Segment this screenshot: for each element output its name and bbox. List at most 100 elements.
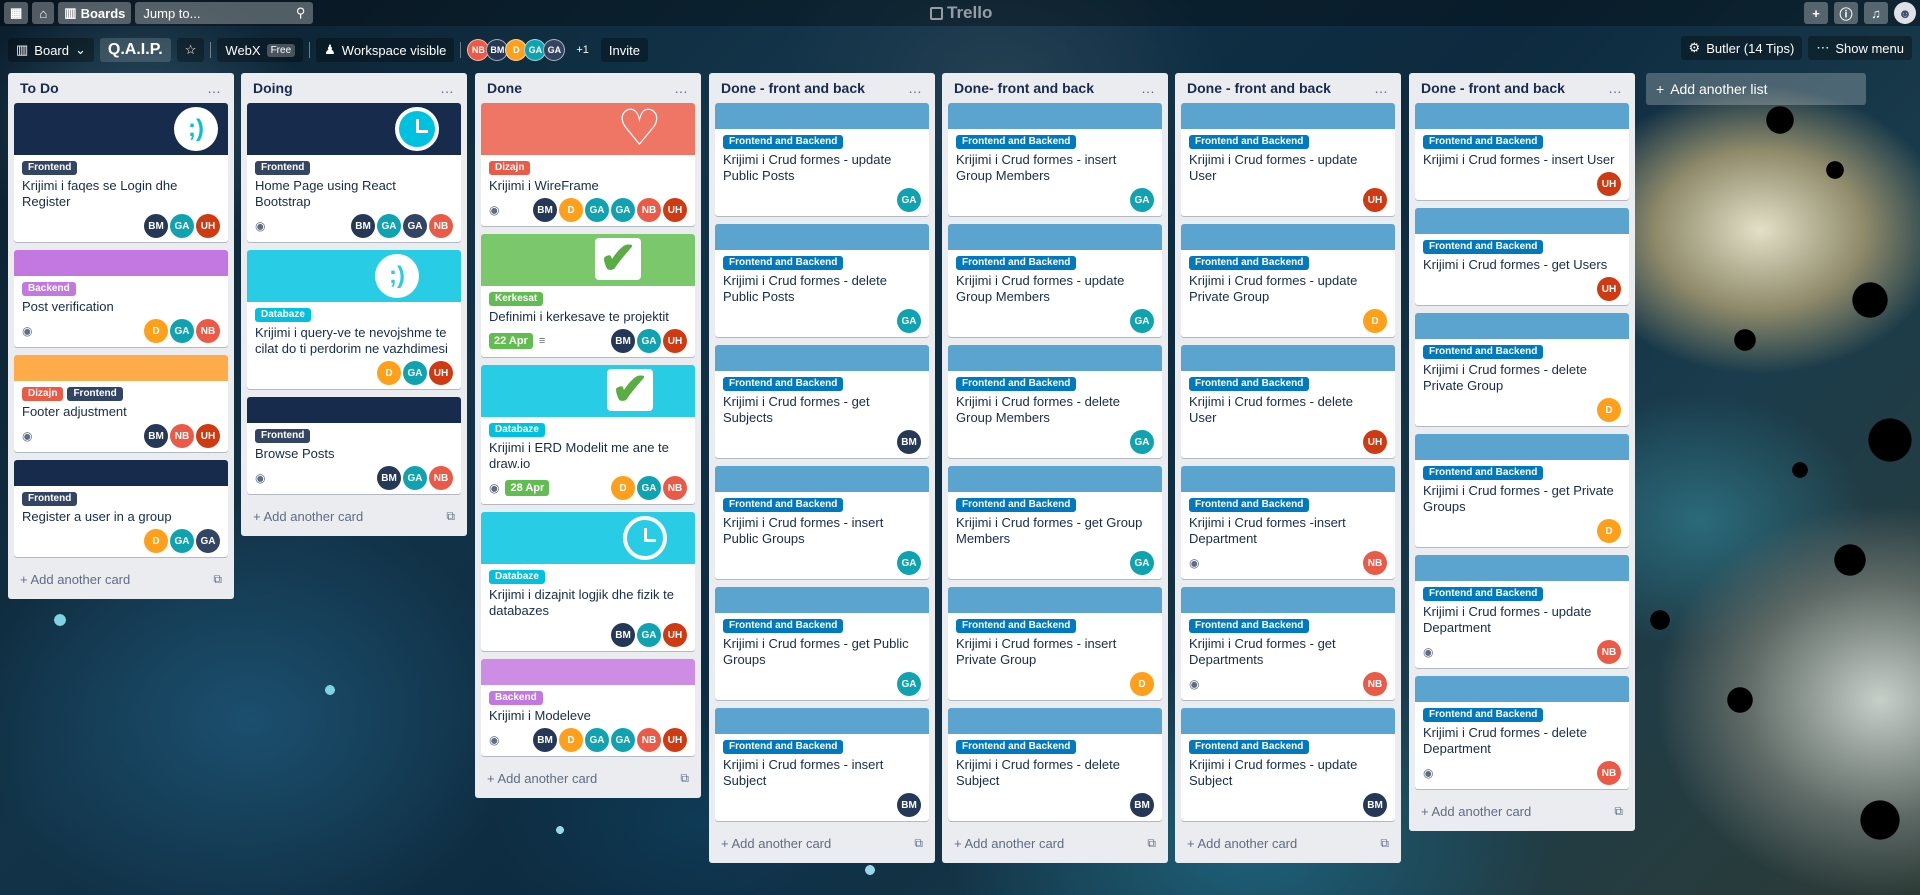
member-avatar[interactable]: D: [144, 529, 168, 553]
card-label[interactable]: Frontend and Backend: [1189, 740, 1310, 754]
member-avatar[interactable]: UH: [663, 329, 687, 353]
member-avatar[interactable]: BM: [144, 424, 168, 448]
card[interactable]: Frontend and Backend Krijimi i Crud forme…: [1181, 224, 1395, 337]
card-label[interactable]: Databaze: [489, 423, 545, 437]
add-card-button[interactable]: + Add another card ⧉: [481, 764, 695, 792]
list-title[interactable]: Done- front and back: [954, 80, 1094, 96]
card[interactable]: Databaze Krijimi i dizajnit logjik dhe fi…: [481, 512, 695, 651]
member-avatar[interactable]: GA: [897, 188, 921, 212]
card-label[interactable]: Frontend and Backend: [956, 740, 1077, 754]
member-avatar[interactable]: GA: [1130, 188, 1154, 212]
card-label[interactable]: Frontend and Backend: [956, 377, 1077, 391]
member-avatar[interactable]: BM: [1130, 793, 1154, 817]
list-title[interactable]: Done - front and back: [721, 80, 865, 96]
list-title[interactable]: Done - front and back: [1421, 80, 1565, 96]
trello-logo[interactable]: Trello: [930, 3, 992, 23]
card-label[interactable]: Frontend and Backend: [1423, 345, 1544, 359]
list-menu-icon[interactable]: …: [440, 80, 455, 96]
card[interactable]: ;) Databaze Krijimi i query-ve te nevojshm…: [247, 250, 461, 389]
list-menu-icon[interactable]: …: [1374, 80, 1389, 96]
notifications-button[interactable]: ♫: [1864, 2, 1888, 24]
member-avatar[interactable]: GA: [585, 728, 609, 752]
member-avatar[interactable]: D: [377, 361, 401, 385]
add-card-button[interactable]: + Add another card ⧉: [948, 829, 1162, 857]
card[interactable]: Frontend and Backend Krijimi i Crud forme…: [1415, 103, 1629, 200]
list-menu-icon[interactable]: …: [1141, 80, 1156, 96]
card[interactable]: Frontend and Backend Krijimi i Crud forme…: [1181, 103, 1395, 216]
member-avatar[interactable]: BM: [1363, 793, 1387, 817]
member-avatar[interactable]: UH: [1363, 430, 1387, 454]
card-label[interactable]: Databaze: [255, 308, 311, 322]
home-button[interactable]: ⌂: [32, 2, 55, 24]
card[interactable]: Frontend and Backend Krijimi i Crud forme…: [948, 587, 1162, 700]
list-title[interactable]: Done - front and back: [1187, 80, 1331, 96]
template-icon[interactable]: ⧉: [1380, 836, 1389, 851]
member-avatar[interactable]: NB: [637, 198, 661, 222]
card[interactable]: Frontend and Backend Krijimi i Crud forme…: [715, 708, 929, 821]
member-avatar[interactable]: NB: [1597, 640, 1621, 664]
add-card-button[interactable]: + Add another card ⧉: [715, 829, 929, 857]
star-board-button[interactable]: ☆: [176, 38, 205, 62]
list-menu-icon[interactable]: …: [908, 80, 923, 96]
account-avatar[interactable]: ☻: [1894, 2, 1916, 24]
card[interactable]: Frontend and Backend Krijimi i Crud forme…: [948, 224, 1162, 337]
card[interactable]: Frontend and Backend Krijimi i Crud forme…: [715, 103, 929, 216]
card[interactable]: Backend Krijimi i Modeleve ◉ BM D GA GA NB UH: [481, 659, 695, 756]
list-menu-icon[interactable]: …: [207, 80, 222, 96]
due-date-badge[interactable]: 28 Apr: [505, 480, 550, 496]
card[interactable]: Frontend and Backend Krijimi i Crud forme…: [715, 587, 929, 700]
card[interactable]: ;) Frontend Krijimi i faqes se Login dhe R…: [14, 103, 228, 242]
member-avatar[interactable]: GA: [403, 466, 427, 490]
card-label[interactable]: Frontend and Backend: [1423, 135, 1544, 149]
member-avatar[interactable]: UH: [663, 198, 687, 222]
member-avatar[interactable]: NB: [663, 476, 687, 500]
board-view-switcher[interactable]: ▥ Board ⌄: [8, 38, 94, 62]
card-label[interactable]: Dizajn: [22, 387, 64, 401]
member-avatar[interactable]: BM: [897, 793, 921, 817]
card-label[interactable]: Frontend and Backend: [956, 619, 1077, 633]
member-avatar[interactable]: NB: [170, 424, 194, 448]
card-label[interactable]: Frontend and Backend: [1189, 135, 1310, 149]
card[interactable]: Frontend Register a user in a group D GA GA: [14, 460, 228, 557]
member-avatar[interactable]: BM: [611, 623, 635, 647]
member-avatar[interactable]: GA: [403, 361, 427, 385]
member-avatar[interactable]: D: [559, 198, 583, 222]
card-label[interactable]: Backend: [22, 282, 76, 296]
card-label[interactable]: Frontend: [22, 492, 78, 506]
jump-to-search[interactable]: Jump to... ⚲: [135, 2, 314, 24]
add-card-button[interactable]: + Add another card ⧉: [1181, 829, 1395, 857]
member-avatar[interactable]: GA: [170, 319, 194, 343]
member-avatar[interactable]: NB: [196, 319, 220, 343]
invite-button[interactable]: Invite: [600, 38, 648, 62]
apps-menu-button[interactable]: ▦: [4, 2, 29, 24]
card-label[interactable]: Frontend: [255, 161, 311, 175]
card-label[interactable]: Frontend and Backend: [1189, 377, 1310, 391]
member-avatar[interactable]: UH: [663, 728, 687, 752]
due-date-badge[interactable]: 22 Apr: [489, 333, 533, 349]
card[interactable]: ♡ Dizajn Krijimi i WireFrame ◉ BM D GA GA NB UH: [481, 103, 695, 226]
card-label[interactable]: Frontend and Backend: [1189, 498, 1310, 512]
member-avatar[interactable]: UH: [663, 623, 687, 647]
list-title[interactable]: Done: [487, 80, 522, 96]
card[interactable]: Frontend and Backend Krijimi i Crud forme…: [715, 466, 929, 579]
member-avatar[interactable]: BM: [897, 430, 921, 454]
member-avatar[interactable]: GA: [403, 214, 427, 238]
add-card-button[interactable]: + Add another card ⧉: [1415, 797, 1629, 825]
card-label[interactable]: Frontend and Backend: [723, 256, 844, 270]
visibility-button[interactable]: ♟ Workspace visible: [316, 38, 455, 62]
add-card-button[interactable]: + Add another card ⧉: [247, 502, 461, 530]
member-avatar[interactable]: BM: [611, 329, 635, 353]
card[interactable]: Frontend and Backend Krijimi i Crud forme…: [948, 708, 1162, 821]
card-label[interactable]: Frontend and Backend: [723, 498, 844, 512]
boards-button[interactable]: ▥ Boards: [58, 2, 132, 24]
member-avatar[interactable]: NB: [1363, 672, 1387, 696]
member-avatar[interactable]: UH: [429, 361, 453, 385]
list-menu-icon[interactable]: …: [1608, 80, 1623, 96]
card-label[interactable]: Frontend and Backend: [1189, 256, 1310, 270]
member-avatar[interactable]: NB: [1363, 551, 1387, 575]
card-label[interactable]: Frontend: [255, 429, 311, 443]
member-avatar[interactable]: GA: [1130, 430, 1154, 454]
member-avatar[interactable]: D: [611, 476, 635, 500]
member-avatar[interactable]: D: [559, 728, 583, 752]
card[interactable]: Frontend and Backend Krijimi i Crud forme…: [1415, 313, 1629, 426]
